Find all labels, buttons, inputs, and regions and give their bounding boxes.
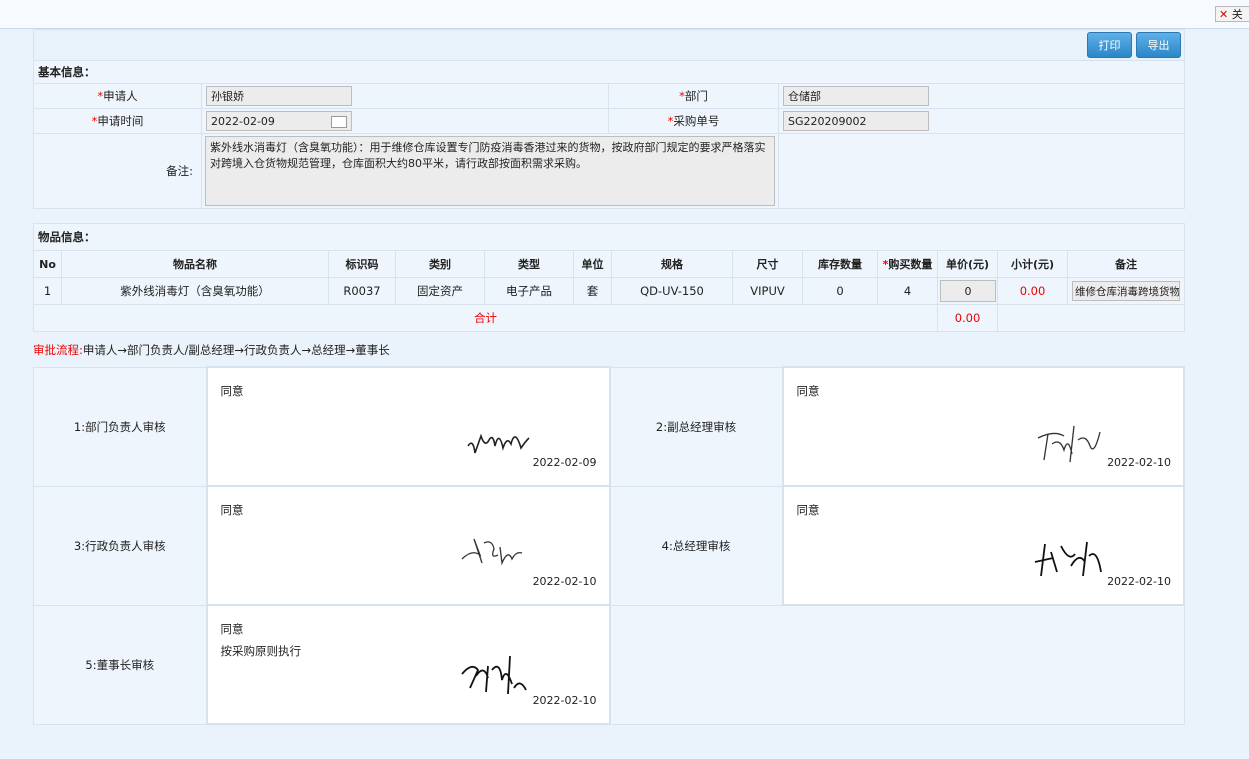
approval-label-3: 3:行政负责人审核 [33, 485, 207, 606]
col-qty: *购买数量 [877, 250, 938, 278]
col-code: 标识码 [328, 250, 396, 278]
col-remark: 备注 [1067, 250, 1185, 278]
cell-unit: 套 [573, 277, 612, 305]
approval-box-5: 同意 按采购原则执行 2022-02-10 [205, 604, 611, 725]
col-no: No [33, 250, 62, 278]
toolbar: 打印 导出 [33, 29, 1185, 60]
cell-size: VIPUV [732, 277, 803, 305]
col-stock: 库存数量 [802, 250, 878, 278]
approval-opinion: 同意 [220, 503, 244, 517]
approval-flow: 审批流程:申请人→部门负责人/副总经理→行政负责人→总经理→董事长 [33, 342, 1185, 358]
basic-info-table: 基本信息： *申请人 孙银娇 *部门 仓储部 *申请时间 2022-02-09 … [33, 60, 1185, 209]
signature-2 [1037, 425, 1101, 463]
cell-spec: QD-UV-150 [611, 277, 733, 305]
applicant-label: *申请人 [33, 83, 202, 109]
dept-field[interactable]: 仓储部 [783, 86, 929, 106]
approval-box-2: 同意 2022-02-10 [781, 366, 1185, 487]
items-table: 物品信息： No 物品名称 标识码 类别 类型 单位 规格 尺寸 库存数量 *购… [33, 223, 1185, 332]
close-icon: ✕ [1219, 8, 1229, 21]
col-type: 类型 [484, 250, 574, 278]
time-field[interactable]: 2022-02-09 [206, 111, 352, 131]
flow-steps: 申请人→部门负责人/副总经理→行政负责人→总经理→董事长 [82, 343, 390, 357]
approval-table: 1:部门负责人审核 同意 2022-02-09 2:副总经理审核 同意 2022… [33, 366, 1185, 725]
memo-label: 备注: [33, 133, 202, 209]
calendar-icon[interactable] [331, 116, 347, 128]
cell-code: R0037 [328, 277, 396, 305]
cell-category: 固定资产 [395, 277, 485, 305]
signature-5 [460, 655, 527, 695]
total-row: 合计 0.00 [33, 304, 1185, 332]
approval-opinion: 同意 [220, 384, 244, 398]
total-label: 合计 [33, 304, 938, 332]
col-subtotal: 小计(元) [997, 250, 1068, 278]
basic-info-title: 基本信息： [33, 60, 1185, 84]
approval-date: 2022-02-09 [532, 456, 597, 469]
time-label: *申请时间 [33, 108, 202, 134]
cell-name: 紫外线消毒灯（含臭氧功能） [61, 277, 329, 305]
approval-opinion: 同意 [220, 622, 244, 636]
col-spec: 规格 [611, 250, 733, 278]
approval-label-5: 5:董事长审核 [33, 604, 207, 725]
approval-label-2: 2:副总经理审核 [609, 366, 783, 487]
approval-opinion: 同意 [796, 384, 820, 398]
approval-box-1: 同意 2022-02-09 [205, 366, 611, 487]
flow-label: 审批流程: [33, 343, 83, 357]
approval-label-4: 4:总经理审核 [609, 485, 783, 606]
cell-no: 1 [33, 277, 62, 305]
close-label: 关 [1231, 8, 1243, 21]
cell-type: 电子产品 [484, 277, 574, 305]
order-label: *采购单号 [608, 108, 779, 134]
approval-date: 2022-02-10 [1107, 575, 1171, 588]
order-field[interactable]: SG220209002 [783, 111, 929, 131]
signature-1 [466, 433, 530, 454]
applicant-field[interactable]: 孙银娇 [206, 86, 352, 106]
approval-date: 2022-02-10 [1107, 456, 1171, 469]
col-name: 物品名称 [61, 250, 329, 278]
dept-label: *部门 [608, 83, 779, 109]
table-row: 1 紫外线消毒灯（含臭氧功能） R0037 固定资产 电子产品 套 QD-UV-… [33, 277, 1185, 305]
approval-box-4: 同意 2022-02-10 [781, 485, 1185, 606]
form-container: 打印 导出 基本信息： *申请人 孙银娇 *部门 仓储部 *申请时间 2022-… [33, 29, 1185, 725]
signature-4 [1034, 541, 1102, 577]
approval-opinion: 同意 [796, 503, 820, 517]
window-top-bar: ✕ 关 [0, 0, 1249, 29]
cell-subtotal: 0.00 [997, 277, 1068, 305]
signature-3 [461, 538, 522, 566]
total-value: 0.00 [937, 304, 998, 332]
items-header-row: No 物品名称 标识码 类别 类型 单位 规格 尺寸 库存数量 *购买数量 单价… [33, 250, 1185, 278]
items-title: 物品信息： [33, 223, 1185, 251]
remark-input[interactable]: 维修仓库消毒跨境货物 [1072, 281, 1180, 301]
close-button[interactable]: ✕ 关 [1215, 6, 1249, 22]
export-button[interactable]: 导出 [1136, 32, 1181, 58]
cell-qty: 4 [877, 277, 938, 305]
col-price: 单价(元) [937, 250, 998, 278]
approval-box-3: 同意 2022-02-10 [205, 485, 611, 606]
approval-note: 按采购原则执行 [220, 644, 302, 658]
memo-field[interactable]: 紫外线水消毒灯（含臭氧功能）：用于维修仓库设置专门防疫消毒香港过来的货物，按政府… [205, 136, 775, 206]
cell-stock: 0 [802, 277, 878, 305]
approval-label-1: 1:部门负责人审核 [33, 366, 207, 487]
approval-date: 2022-02-10 [532, 575, 597, 588]
col-category: 类别 [395, 250, 485, 278]
approval-date: 2022-02-10 [532, 694, 597, 707]
price-input[interactable]: 0 [940, 280, 996, 302]
col-unit: 单位 [573, 250, 612, 278]
col-size: 尺寸 [732, 250, 803, 278]
print-button[interactable]: 打印 [1087, 32, 1132, 58]
